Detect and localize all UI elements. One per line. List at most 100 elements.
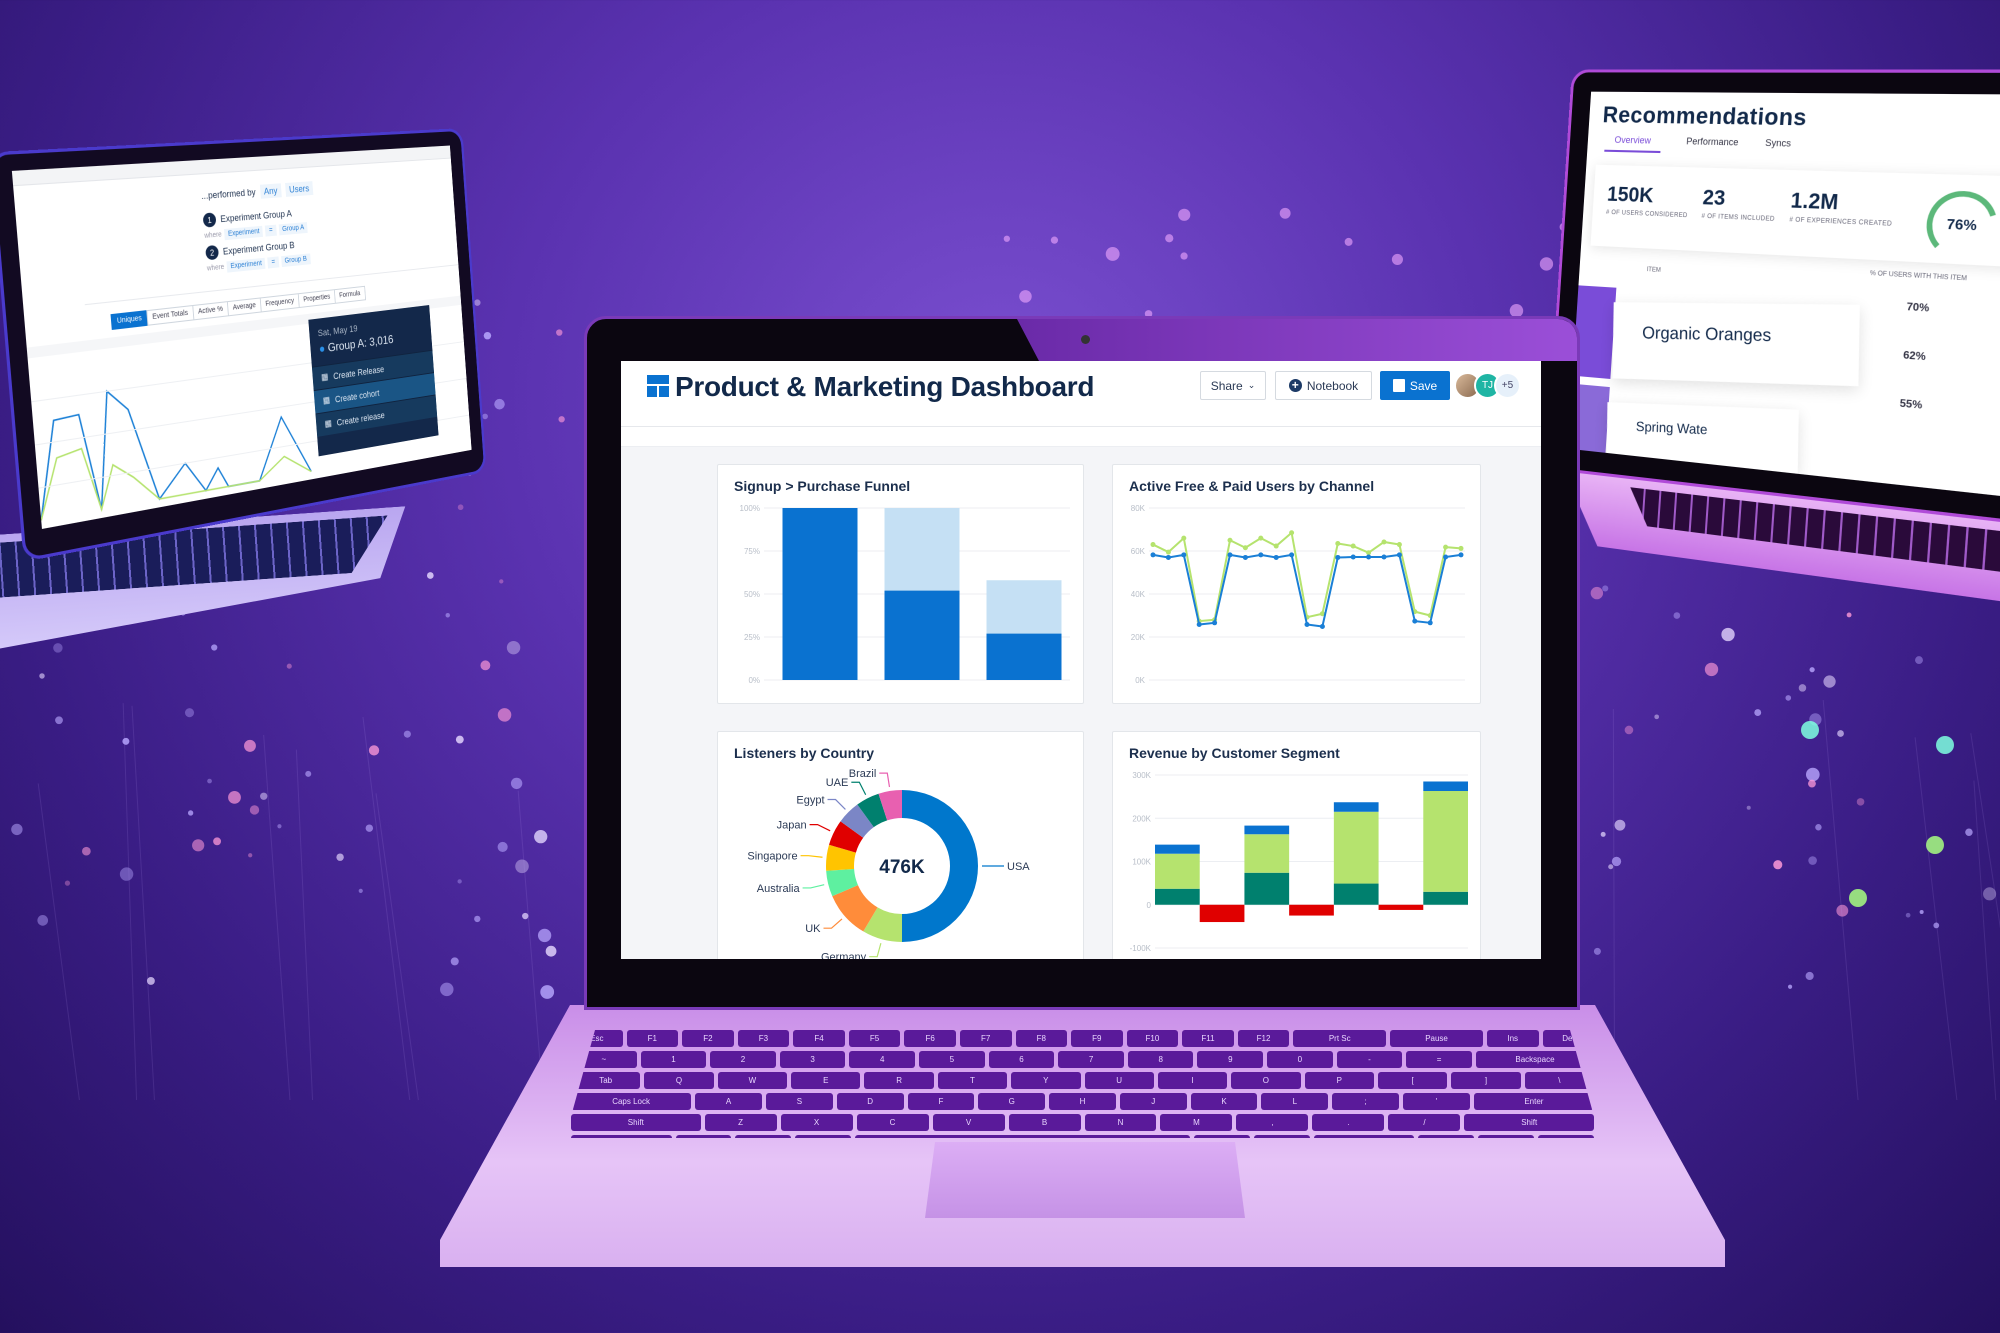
tab-average[interactable]: Average <box>227 297 262 316</box>
key[interactable]: 9 <box>1197 1051 1263 1068</box>
key[interactable]: 8 <box>1128 1051 1194 1068</box>
filter-op[interactable]: = <box>265 225 276 237</box>
key[interactable]: W <box>718 1072 787 1089</box>
key[interactable]: F10 <box>1127 1030 1179 1047</box>
key[interactable]: Shift <box>1464 1114 1594 1131</box>
key[interactable]: F12 <box>1238 1030 1290 1047</box>
key[interactable]: D <box>837 1093 904 1110</box>
key[interactable]: 5 <box>919 1051 985 1068</box>
tab-overview[interactable]: Overview <box>1604 134 1661 153</box>
key[interactable]: L <box>1261 1093 1328 1110</box>
filter-value[interactable]: Group A <box>278 222 308 235</box>
key[interactable]: F <box>908 1093 975 1110</box>
key[interactable]: Z <box>705 1114 777 1131</box>
tab-syncs[interactable]: Syncs <box>1764 137 1791 156</box>
filter-prop[interactable]: Experiment <box>227 258 266 273</box>
key[interactable]: 2 <box>710 1051 776 1068</box>
key[interactable]: J <box>1120 1093 1187 1110</box>
key[interactable]: F9 <box>1071 1030 1123 1047</box>
key[interactable]: . <box>1312 1114 1384 1131</box>
key[interactable]: ] <box>1451 1072 1520 1089</box>
key[interactable]: [ <box>1378 1072 1447 1089</box>
key[interactable]: F8 <box>1016 1030 1068 1047</box>
key[interactable]: - <box>1337 1051 1403 1068</box>
tab-properties[interactable]: Properties <box>298 289 336 308</box>
tab-frequency[interactable]: Frequency <box>260 293 300 312</box>
particle <box>546 946 557 957</box>
key[interactable]: G <box>978 1093 1045 1110</box>
key[interactable]: F7 <box>960 1030 1012 1047</box>
key[interactable]: ' <box>1403 1093 1470 1110</box>
key[interactable]: A <box>695 1093 762 1110</box>
key[interactable]: K <box>1191 1093 1258 1110</box>
key[interactable]: 7 <box>1058 1051 1124 1068</box>
tab-formula[interactable]: Formula <box>334 286 366 304</box>
key[interactable]: 6 <box>989 1051 1055 1068</box>
key[interactable]: B <box>1009 1114 1081 1131</box>
streak <box>1915 737 1957 1100</box>
notebook-button[interactable]: + Notebook <box>1275 371 1372 400</box>
share-button[interactable]: Share ⌄ <box>1200 371 1266 400</box>
key[interactable]: F1 <box>627 1030 679 1047</box>
key[interactable]: Caps Lock <box>571 1093 691 1110</box>
keyboard-row: Esc F1 F2 F3 F4 F5 F6 F7 F8 F9 F10 F11 F12 Prt Sc Paus… <box>565 1030 1600 1047</box>
key[interactable]: Prt Sc <box>1293 1030 1386 1047</box>
filter-op[interactable]: = <box>268 256 279 268</box>
key[interactable]: Y <box>1011 1072 1080 1089</box>
key[interactable]: Shift <box>571 1114 701 1131</box>
avatar-more[interactable]: +5 <box>1494 372 1521 399</box>
filter-value[interactable]: Group B <box>281 253 311 267</box>
key[interactable]: 3 <box>780 1051 846 1068</box>
key[interactable]: I <box>1158 1072 1227 1089</box>
funnel-chart-card[interactable]: Signup > Purchase Funnel 0% 25% 50% 75% 100% <box>717 464 1084 704</box>
slice-label: USA <box>1007 861 1030 873</box>
particle <box>260 793 267 800</box>
key[interactable]: T <box>938 1072 1007 1089</box>
y-tick-label: 80K <box>1131 504 1146 513</box>
key[interactable]: U <box>1085 1072 1154 1089</box>
key[interactable]: F3 <box>738 1030 790 1047</box>
key[interactable]: F2 <box>682 1030 734 1047</box>
key[interactable]: Q <box>644 1072 713 1089</box>
key[interactable]: C <box>857 1114 929 1131</box>
key[interactable]: F6 <box>904 1030 956 1047</box>
key[interactable]: ; <box>1332 1093 1399 1110</box>
active-users-chart-card[interactable]: Active Free & Paid Users by Channel 80K 60… <box>1112 464 1481 704</box>
key[interactable]: = <box>1406 1051 1472 1068</box>
tab-uniques[interactable]: Uniques <box>111 310 149 330</box>
key[interactable]: 0 <box>1267 1051 1333 1068</box>
key[interactable]: H <box>1049 1093 1116 1110</box>
key[interactable]: Enter <box>1474 1093 1594 1110</box>
save-button[interactable]: Save <box>1380 371 1450 400</box>
listeners-chart-card[interactable]: Listeners by Country USA Germany UK Australi… <box>717 731 1084 959</box>
key[interactable]: S <box>766 1093 833 1110</box>
tab-performance[interactable]: Performance <box>1686 136 1739 155</box>
key[interactable]: 4 <box>849 1051 915 1068</box>
key[interactable]: Pause <box>1390 1030 1483 1047</box>
key[interactable]: P <box>1305 1072 1374 1089</box>
key[interactable]: N <box>1085 1114 1157 1131</box>
key[interactable]: M <box>1160 1114 1232 1131</box>
key[interactable]: / <box>1388 1114 1460 1131</box>
key[interactable]: X <box>781 1114 853 1131</box>
revenue-chart-card[interactable]: Revenue by Customer Segment -100K 0 100K 200… <box>1112 731 1481 959</box>
tab-event-totals[interactable]: Event Totals <box>146 305 194 326</box>
key[interactable]: Ins <box>1487 1030 1539 1047</box>
key[interactable]: F11 <box>1182 1030 1234 1047</box>
key[interactable]: O <box>1231 1072 1300 1089</box>
key[interactable]: Backspace <box>1476 1051 1594 1068</box>
key[interactable]: 1 <box>641 1051 707 1068</box>
key[interactable]: F5 <box>849 1030 901 1047</box>
key[interactable]: R <box>864 1072 933 1089</box>
trackpad[interactable] <box>925 1142 1245 1218</box>
any-chip[interactable]: Any <box>260 183 282 198</box>
particle <box>1806 768 1820 782</box>
key[interactable]: , <box>1236 1114 1308 1131</box>
tab-active-[interactable]: Active % <box>192 301 229 320</box>
key[interactable]: E <box>791 1072 860 1089</box>
filter-prop[interactable]: Experiment <box>224 226 263 240</box>
key[interactable]: F4 <box>793 1030 845 1047</box>
key[interactable]: V <box>933 1114 1005 1131</box>
users-chip[interactable]: Users <box>285 181 313 197</box>
item-card[interactable]: Organic Oranges <box>1612 302 1859 386</box>
